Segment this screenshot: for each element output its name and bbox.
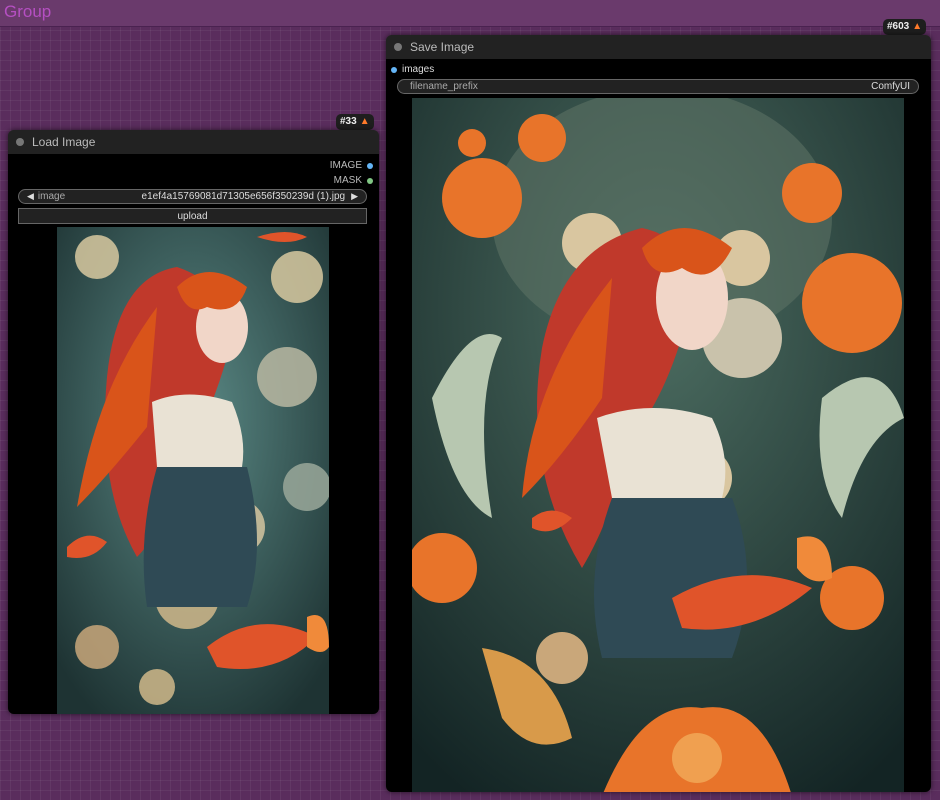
output-label: MASK [333,175,362,186]
load-image-node[interactable]: Load Image IMAGE MASK ◀ image e1ef4a1576… [8,130,379,714]
collapse-dot-icon[interactable] [16,138,24,146]
group-header[interactable]: Group [0,0,940,27]
slot-dot-icon[interactable] [367,162,373,169]
node-id: #603 [887,21,910,32]
node-body: images filename_prefix ComfyUI [386,59,931,792]
widget-value: e1ef4a15769081d71305e656f350239d (1).jpg [141,191,346,202]
filename-prefix-widget[interactable]: filename_prefix ComfyUI [397,79,919,94]
node-id-badge: #603 ▲ [883,19,927,35]
node-body: IMAGE MASK ◀ image e1ef4a15769081d71305e… [8,154,379,714]
node-id-badge: #33 ▲ [336,114,374,130]
node-title: Load Image [32,135,96,149]
widget-label: filename_prefix [410,81,478,92]
image-combo-widget[interactable]: ◀ image e1ef4a15769081d71305e656f350239d… [18,189,367,204]
input-slot-images[interactable]: images [391,64,434,75]
output-slot-mask[interactable]: MASK [334,175,373,186]
output-label: IMAGE [329,160,362,171]
slot-dot-icon[interactable] [391,66,397,73]
node-title: Save Image [410,40,475,54]
group-title: Group [4,2,52,21]
node-id: #33 [340,116,357,127]
arrow-right-icon[interactable]: ▶ [351,191,358,202]
widget-value: ComfyUI [871,81,910,92]
widget-label: image [37,191,66,202]
node-title-bar[interactable]: Save Image [386,35,931,59]
collapse-dot-icon[interactable] [394,43,402,51]
slot-dot-icon[interactable] [367,177,373,184]
image-preview [57,227,329,714]
output-slot-image[interactable]: IMAGE [330,160,373,171]
image-preview [412,98,904,792]
upload-button[interactable]: upload [18,208,367,224]
fox-icon: ▲ [359,116,370,127]
arrow-left-icon[interactable]: ◀ [27,191,34,202]
fox-icon: ▲ [912,21,923,32]
node-title-bar[interactable]: Load Image [8,130,379,154]
input-label: images [402,64,435,75]
save-image-node[interactable]: Save Image images filename_prefix ComfyU… [386,35,931,792]
